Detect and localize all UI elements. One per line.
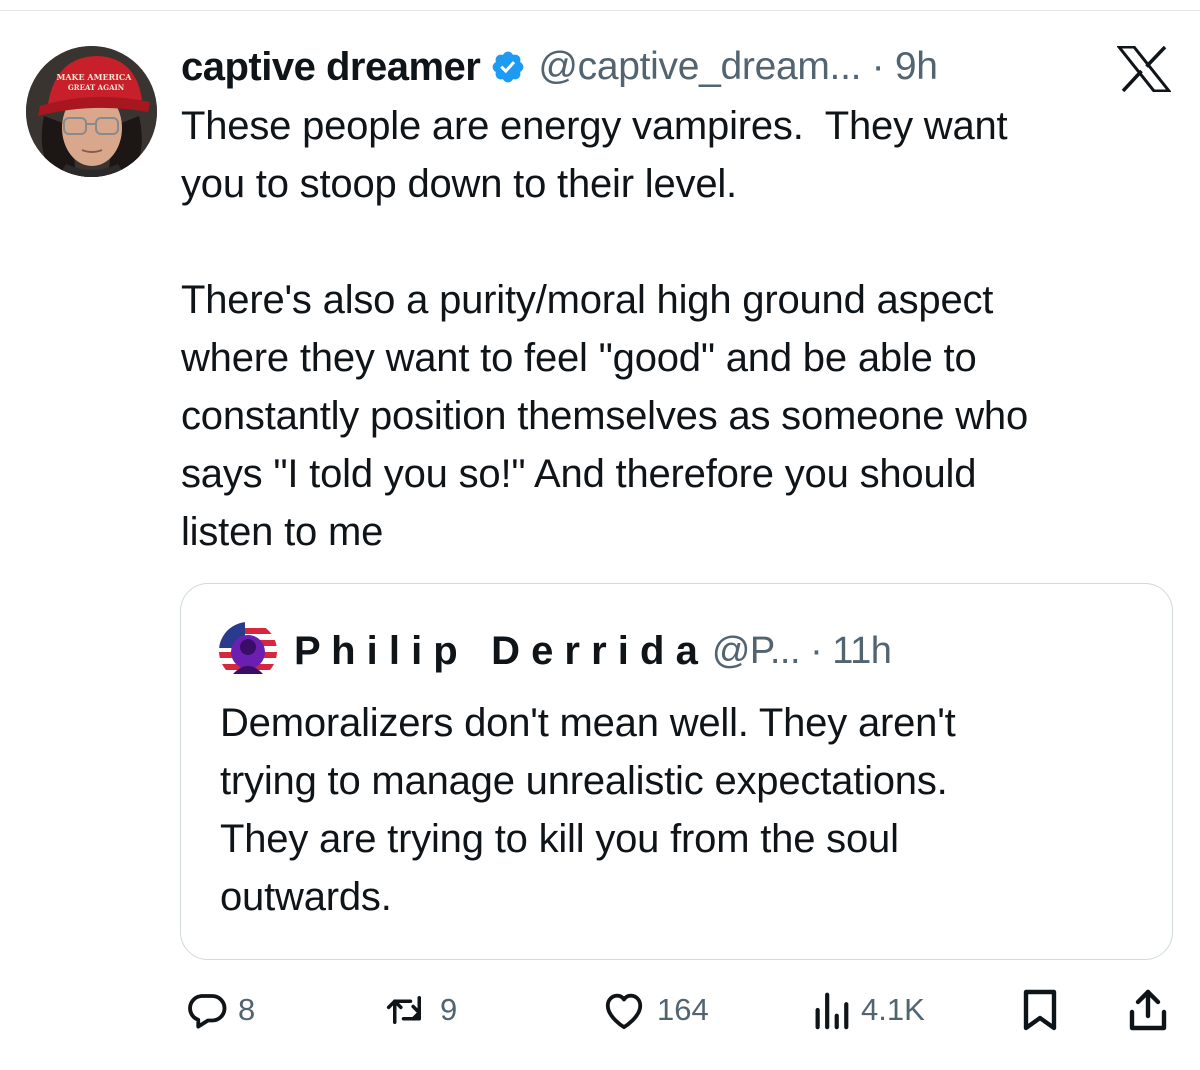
reply-button[interactable]: 8 <box>186 985 255 1035</box>
heart-icon <box>601 989 647 1031</box>
verified-badge-icon <box>490 49 526 85</box>
top-divider <box>0 10 1200 11</box>
quoted-tweet-card[interactable]: P h i l i p D e r r i d a @P... · 11h De… <box>180 583 1173 960</box>
repost-count: 9 <box>440 992 458 1027</box>
reply-icon <box>186 989 228 1031</box>
like-count: 164 <box>657 992 709 1027</box>
quoted-tweet-header: P h i l i p D e r r i d a @P... · 11h <box>294 624 892 678</box>
bookmark-icon <box>1020 988 1060 1032</box>
author-display-name[interactable]: captive dreamer <box>181 45 481 90</box>
quoted-avatar-photo <box>219 622 277 680</box>
svg-text:MAKE AMERICA: MAKE AMERICA <box>56 72 132 82</box>
views-button[interactable]: 4.1K <box>811 985 925 1035</box>
avatar-photo: MAKE AMERICA GREAT AGAIN <box>26 46 157 177</box>
author-handle-time[interactable]: @captive_dream... · 9h <box>538 45 938 89</box>
quoted-tweet-text: Demoralizers don't mean well. They aren'… <box>220 701 956 919</box>
share-icon <box>1126 988 1170 1032</box>
author-avatar[interactable]: MAKE AMERICA GREAT AGAIN <box>26 46 157 177</box>
quoted-author-display-name[interactable]: P h i l i p D e r r i d a <box>294 629 698 674</box>
views-chart-icon <box>811 989 851 1031</box>
svg-text:GREAT AGAIN: GREAT AGAIN <box>68 83 125 92</box>
tweet-header: captive dreamer @captive_dream... · 9h <box>181 42 938 92</box>
repost-button[interactable]: 9 <box>384 985 457 1035</box>
x-logo-icon <box>1115 45 1173 93</box>
views-count: 4.1K <box>861 992 925 1027</box>
quoted-author-handle-time[interactable]: @P... · 11h <box>712 630 892 673</box>
action-bar: 8 9 164 4.1K <box>0 985 1200 1035</box>
like-button[interactable]: 164 <box>601 985 709 1035</box>
reply-count: 8 <box>238 992 256 1027</box>
bookmark-button[interactable] <box>1020 985 1060 1035</box>
quoted-author-avatar[interactable] <box>219 622 277 680</box>
tweet-text: These people are energy vampires. They w… <box>181 104 1029 554</box>
repost-icon <box>384 989 430 1031</box>
share-button[interactable] <box>1126 985 1170 1035</box>
